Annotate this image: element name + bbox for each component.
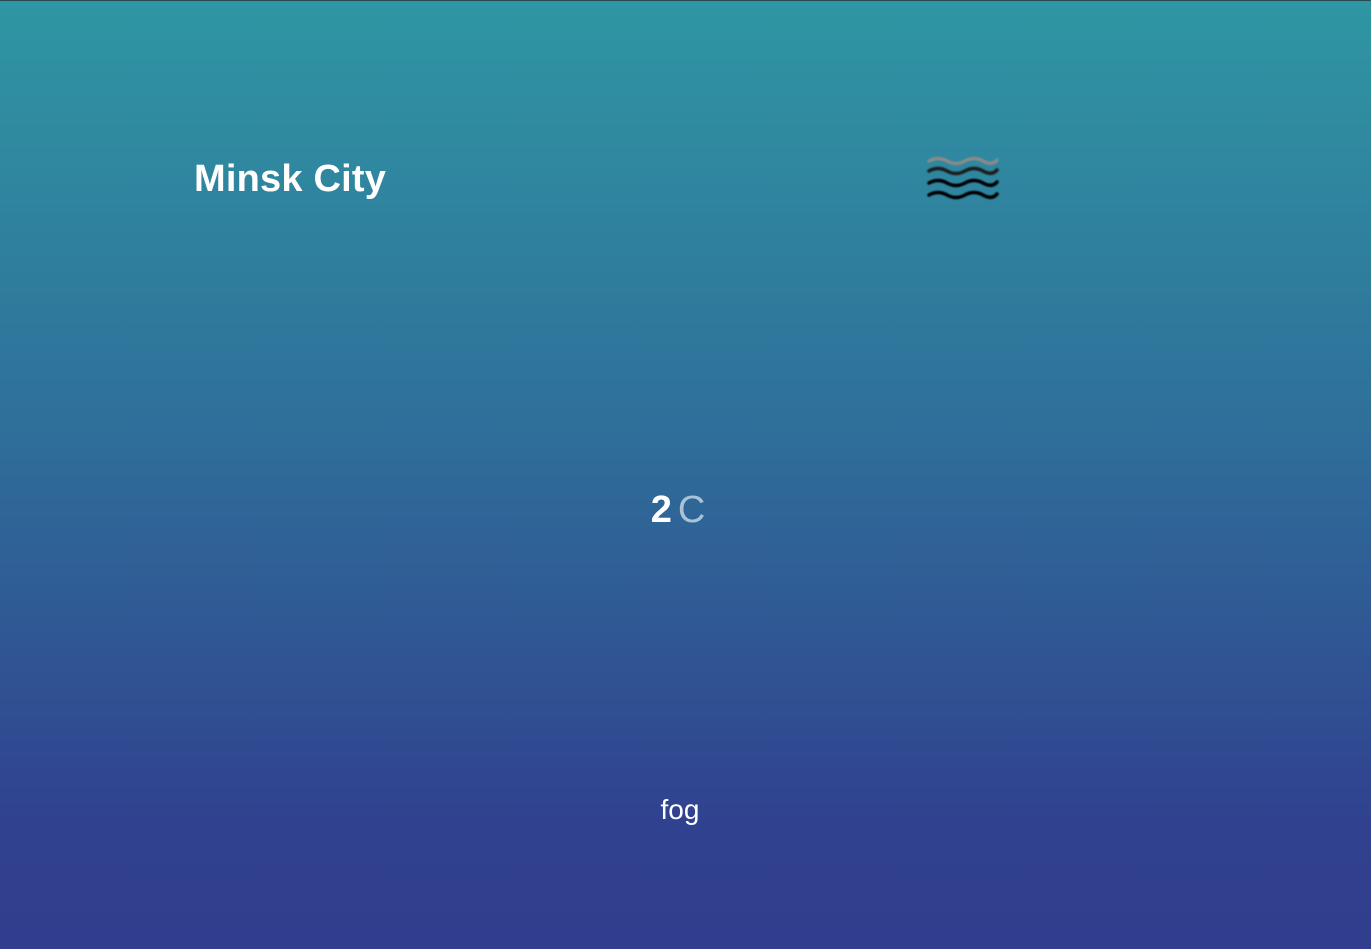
weather-condition: fog (660, 794, 700, 825)
weather-screen: Minsk City 2C fog (0, 0, 1371, 949)
fog-icon (927, 156, 999, 200)
city-name: Minsk City (194, 158, 387, 200)
temperature-unit: C (677, 489, 706, 531)
temperature-value: 2 (650, 489, 672, 531)
temperature-display: 2C (0, 488, 1356, 540)
